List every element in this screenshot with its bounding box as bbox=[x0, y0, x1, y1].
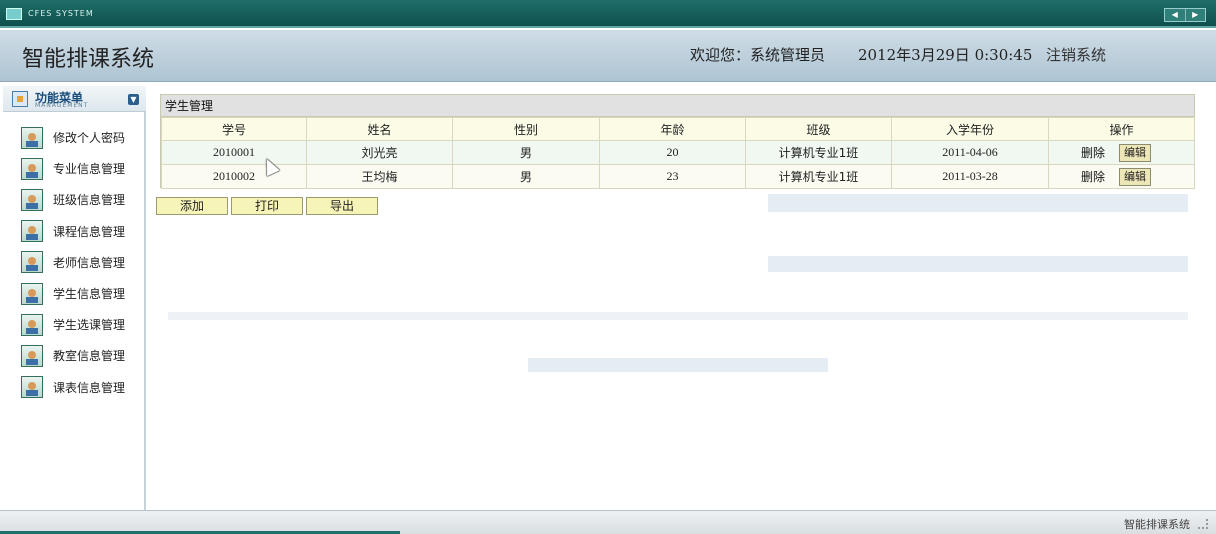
sidebar-item-course[interactable]: 课程信息管理 bbox=[3, 216, 146, 247]
column-header: 操作 bbox=[1048, 117, 1195, 141]
table-header-row: 学号 姓名 性别 年龄 班级 入学年份 操作 bbox=[161, 117, 1195, 141]
nav-next-button[interactable]: ▶ bbox=[1186, 9, 1206, 21]
background-artifact bbox=[768, 256, 1188, 272]
user-card-icon bbox=[21, 251, 43, 274]
sidebar-item-label: 专业信息管理 bbox=[53, 162, 126, 177]
sidebar-item-label: 教室信息管理 bbox=[53, 349, 126, 364]
cell-class: 计算机专业1班 bbox=[745, 140, 892, 165]
delete-link[interactable]: 删除 bbox=[1081, 144, 1105, 161]
sidebar-item-label: 修改个人密码 bbox=[53, 131, 126, 146]
sidebar-item-course-selection[interactable]: 学生选课管理 bbox=[3, 309, 146, 340]
student-table: 学号 姓名 性别 年龄 班级 入学年份 操作 2010001 刘光亮 男 20 … bbox=[161, 117, 1195, 189]
column-header: 性别 bbox=[452, 117, 600, 141]
action-bar: 添加 打印 导出 bbox=[156, 197, 378, 215]
datetime-text: 2012年3月29日 0:30:45 bbox=[858, 46, 1033, 64]
export-button[interactable]: 导出 bbox=[306, 197, 378, 215]
page-header: 智能排课系统 欢迎您：系统管理员 2012年3月29日 0:30:45 注销系统 bbox=[0, 30, 1216, 82]
cell-actions: 删除 编辑 bbox=[1048, 140, 1195, 165]
cell-name: 王均梅 bbox=[306, 164, 453, 189]
table-row: 2010002 王均梅 男 23 计算机专业1班 2011-03-28 删除 编… bbox=[161, 164, 1195, 189]
cell-student-id: 2010001 bbox=[161, 140, 307, 165]
column-header: 姓名 bbox=[306, 117, 453, 141]
cell-age: 20 bbox=[599, 140, 746, 165]
user-card-icon bbox=[21, 313, 43, 336]
column-header: 班级 bbox=[745, 117, 892, 141]
cell-enroll-year: 2011-04-06 bbox=[891, 140, 1049, 165]
nav-prev-button[interactable]: ◀ bbox=[1165, 9, 1186, 21]
system-title: 智能排课系统 bbox=[22, 47, 155, 72]
sidebar-item-label: 老师信息管理 bbox=[53, 255, 126, 270]
status-text: 智能排课系统 bbox=[1124, 518, 1190, 531]
sidebar-item-teacher[interactable]: 老师信息管理 bbox=[3, 247, 146, 278]
sidebar: 功能菜单 MANAGEMENT ▼ 修改个人密码 专业信息管理 班级信息管理 课… bbox=[3, 86, 146, 510]
window-title-bar: CFES SYSTEM ◀ ▶ bbox=[0, 0, 1216, 28]
panel-title: 学生管理 bbox=[161, 95, 1194, 117]
sidebar-item-class[interactable]: 班级信息管理 bbox=[3, 184, 146, 215]
student-management-panel: 学生管理 学号 姓名 性别 年龄 班级 入学年份 操作 2010001 刘光亮 … bbox=[160, 94, 1195, 189]
window-nav-buttons: ◀ ▶ bbox=[1164, 8, 1206, 22]
background-artifact bbox=[168, 312, 1188, 320]
add-button[interactable]: 添加 bbox=[156, 197, 228, 215]
sidebar-item-classroom[interactable]: 教室信息管理 bbox=[3, 340, 146, 371]
background-artifact bbox=[528, 358, 828, 372]
sidebar-item-student[interactable]: 学生信息管理 bbox=[3, 278, 146, 309]
collapse-icon[interactable]: ▼ bbox=[128, 94, 139, 105]
menu-header: 功能菜单 MANAGEMENT ▼ bbox=[3, 86, 146, 112]
sidebar-item-label: 学生选课管理 bbox=[53, 318, 126, 333]
app-icon bbox=[6, 8, 22, 20]
cell-student-id: 2010002 bbox=[161, 164, 307, 189]
cell-age: 23 bbox=[599, 164, 746, 189]
cell-enroll-year: 2011-03-28 bbox=[891, 164, 1049, 189]
cell-gender: 男 bbox=[452, 164, 600, 189]
sidebar-item-label: 课表信息管理 bbox=[53, 380, 126, 395]
user-card-icon bbox=[21, 126, 43, 149]
user-card-icon bbox=[21, 188, 43, 211]
delete-link[interactable]: 删除 bbox=[1081, 168, 1105, 185]
cell-gender: 男 bbox=[452, 140, 600, 165]
sidebar-item-label: 课程信息管理 bbox=[53, 224, 126, 239]
cell-name: 刘光亮 bbox=[306, 140, 453, 165]
column-header: 学号 bbox=[161, 117, 307, 141]
menu-list: 修改个人密码 专业信息管理 班级信息管理 课程信息管理 老师信息管理 学生信息管… bbox=[3, 122, 146, 403]
welcome-text: 欢迎您：系统管理员 bbox=[690, 46, 826, 64]
sidebar-item-major[interactable]: 专业信息管理 bbox=[3, 153, 146, 184]
status-bar: 智能排课系统 bbox=[0, 510, 1216, 534]
sidebar-item-label: 学生信息管理 bbox=[53, 287, 126, 302]
menu-icon bbox=[12, 91, 28, 107]
logout-link[interactable]: 注销系统 bbox=[1046, 44, 1106, 65]
user-card-icon bbox=[21, 157, 43, 180]
sidebar-item-timetable[interactable]: 课表信息管理 bbox=[3, 372, 146, 403]
edit-button[interactable]: 编辑 bbox=[1119, 167, 1152, 186]
user-card-icon bbox=[21, 376, 43, 399]
cell-actions: 删除 编辑 bbox=[1048, 164, 1195, 189]
menu-subtitle: MANAGEMENT bbox=[35, 102, 89, 109]
user-card-icon bbox=[21, 220, 43, 243]
user-card-icon bbox=[21, 282, 43, 305]
edit-button[interactable]: 编辑 bbox=[1119, 143, 1152, 162]
print-button[interactable]: 打印 bbox=[231, 197, 303, 215]
table-row: 2010001 刘光亮 男 20 计算机专业1班 2011-04-06 删除 编… bbox=[161, 140, 1195, 165]
cell-class: 计算机专业1班 bbox=[745, 164, 892, 189]
column-header: 年龄 bbox=[599, 117, 746, 141]
resize-grip-icon[interactable] bbox=[1198, 519, 1208, 529]
window-caption: CFES SYSTEM bbox=[28, 9, 94, 18]
user-card-icon bbox=[21, 344, 43, 367]
main-content: 学生管理 学号 姓名 性别 年龄 班级 入学年份 操作 2010001 刘光亮 … bbox=[148, 86, 1210, 510]
sidebar-item-label: 班级信息管理 bbox=[53, 193, 126, 208]
sidebar-item-change-password[interactable]: 修改个人密码 bbox=[3, 122, 146, 153]
column-header: 入学年份 bbox=[891, 117, 1049, 141]
background-artifact bbox=[768, 194, 1188, 212]
